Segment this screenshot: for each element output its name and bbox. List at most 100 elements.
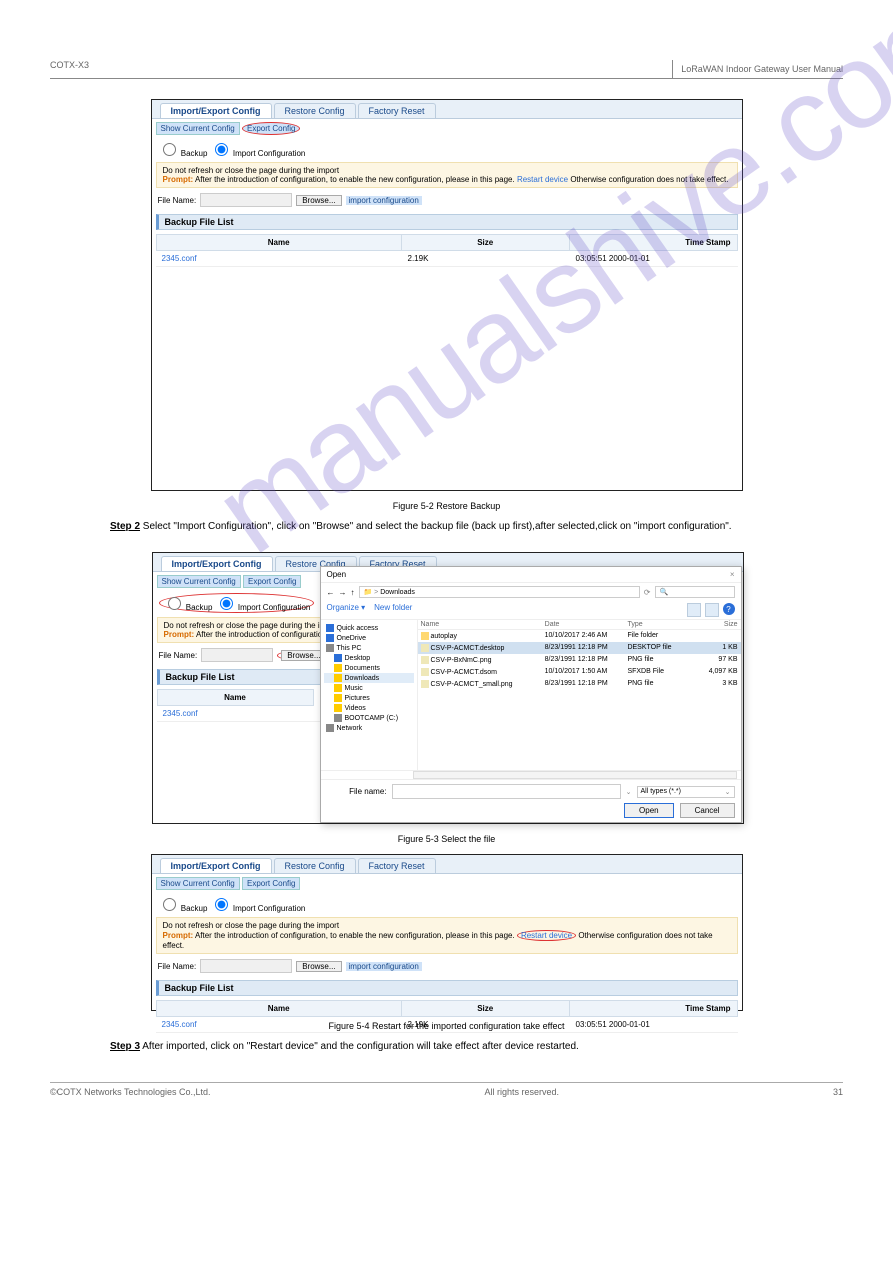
browse-button[interactable]: Browse... <box>296 195 341 206</box>
tab-import-export-3[interactable]: Import/Export Config <box>160 858 272 873</box>
file-list: Name Date Type Size autoplay 10/10/2017 … <box>418 620 741 770</box>
figure-2-caption: Figure 5-3 Select the file <box>50 834 843 844</box>
path-breadcrumb[interactable]: 📁 > Downloads <box>359 586 640 598</box>
import-config-radio-input[interactable] <box>215 143 228 156</box>
browse-button-3[interactable]: Browse... <box>296 961 341 972</box>
col-type[interactable]: Type <box>624 620 689 629</box>
import-config-radio-2[interactable]: Import Configuration <box>215 603 311 612</box>
tab-import-export-2[interactable]: Import/Export Config <box>161 556 273 571</box>
file-row-4[interactable]: CSV-P-ACMCT_small.png 8/23/1991 12:18 PM… <box>418 678 741 690</box>
col-name[interactable]: Name <box>418 620 542 629</box>
backup-radio-input[interactable] <box>163 143 176 156</box>
file-type: SFXDB File <box>624 667 689 677</box>
tab-restore-3[interactable]: Restore Config <box>274 858 356 873</box>
th-size: Size <box>402 235 570 250</box>
side-pictures[interactable]: Pictures <box>324 693 414 703</box>
side-videos[interactable]: Videos <box>324 703 414 713</box>
show-current-config-button-3[interactable]: Show Current Config <box>156 877 240 890</box>
warning-box-3: Do not refresh or close the page during … <box>156 917 738 954</box>
star-icon <box>326 624 334 632</box>
warn-prompt-2: Prompt: <box>164 630 195 639</box>
file-row-0[interactable]: autoplay 10/10/2017 2:46 AM File folder <box>418 630 741 642</box>
file-type: File folder <box>624 631 689 641</box>
preview-icon[interactable] <box>705 603 719 617</box>
dialog-title: Open <box>327 570 347 579</box>
file-name-input-2[interactable] <box>201 648 273 662</box>
show-current-config-button[interactable]: Show Current Config <box>156 122 240 135</box>
file-name-dialog-label: File name: <box>327 787 387 796</box>
side-documents[interactable]: Documents <box>324 663 414 673</box>
show-current-config-button-2[interactable]: Show Current Config <box>157 575 241 588</box>
screenshot-1: Import/Export Config Restore Config Fact… <box>151 99 743 491</box>
file-name-dialog-input[interactable] <box>392 784 621 799</box>
export-config-button[interactable]: Export Config <box>242 122 300 135</box>
folder-icon <box>334 664 342 672</box>
side-network[interactable]: Network <box>324 723 414 733</box>
cancel-button[interactable]: Cancel <box>680 803 735 818</box>
header-separator <box>672 60 673 78</box>
file-name-input-3[interactable] <box>200 959 292 973</box>
open-button[interactable]: Open <box>624 803 674 818</box>
nav-forward-icon[interactable]: → <box>339 588 347 597</box>
filename-dropdown-icon[interactable]: ⌄ <box>626 788 632 796</box>
tab-bar: Import/Export Config Restore Config Fact… <box>152 100 742 119</box>
search-icon: 🔍 <box>660 589 669 596</box>
backup-radio-2[interactable]: Backup <box>163 603 213 612</box>
file-row-1[interactable]: CSV-P-ACMCT.desktop 8/23/1991 12:18 PM D… <box>418 642 741 654</box>
side-quick-access[interactable]: Quick access <box>324 623 414 633</box>
export-config-button-2[interactable]: Export Config <box>243 575 301 588</box>
filter-label: All types (*.*) <box>641 788 681 795</box>
backup-radio-input-3[interactable] <box>163 898 176 911</box>
tab-factory-reset[interactable]: Factory Reset <box>358 103 436 118</box>
backup-radio-input-2[interactable] <box>168 597 181 610</box>
side-downloads[interactable]: Downloads <box>324 673 414 683</box>
tab-import-export[interactable]: Import/Export Config <box>160 103 272 118</box>
header-right: LoRaWAN Indoor Gateway User Manual <box>681 64 843 74</box>
side-desktop[interactable]: Desktop <box>324 653 414 663</box>
file-row-3[interactable]: CSV-P-ACMCT.dsom 10/10/2017 1:50 AM SFXD… <box>418 666 741 678</box>
import-config-radio-input-3[interactable] <box>215 898 228 911</box>
view-icon[interactable] <box>687 603 701 617</box>
restart-device-link-3[interactable]: Restart device <box>521 931 572 940</box>
refresh-icon[interactable]: ⟳ <box>644 588 651 597</box>
backup-radio-3[interactable]: Backup <box>158 904 208 913</box>
tab-restore[interactable]: Restore Config <box>274 103 356 118</box>
export-config-button-3[interactable]: Export Config <box>242 877 300 890</box>
file-name-input[interactable] <box>200 193 292 207</box>
side-bootcamp[interactable]: BOOTCAMP (C:) <box>324 713 414 723</box>
file-name-label: File Name: <box>158 196 197 205</box>
file-link[interactable]: 2345.conf <box>156 251 402 266</box>
th-time-3: Time Stamp <box>570 1001 737 1016</box>
side-music[interactable]: Music <box>324 683 414 693</box>
side-this-pc[interactable]: This PC <box>324 643 414 653</box>
file-open-dialog: Open × ← → ↑ 📁 > Downloads ⟳ 🔍 Organize … <box>320 566 742 823</box>
horizontal-scrollbar[interactable] <box>413 771 737 779</box>
side-label: Downloads <box>345 675 380 682</box>
side-onedrive[interactable]: OneDrive <box>324 633 414 643</box>
import-config-radio-3[interactable]: Import Configuration <box>210 904 306 913</box>
tab-factory-reset-3[interactable]: Factory Reset <box>358 858 436 873</box>
import-configuration-button[interactable]: import configuration <box>346 196 422 205</box>
import-config-radio-input-2[interactable] <box>220 597 233 610</box>
file-date: 8/23/1991 12:18 PM <box>542 679 625 689</box>
file-row-2[interactable]: CSV-P-BxNmC.png 8/23/1991 12:18 PM PNG f… <box>418 654 741 666</box>
dialog-search-input[interactable]: 🔍 <box>655 586 735 598</box>
help-icon[interactable]: ? <box>723 603 735 615</box>
page-header: COTX-X3 LoRaWAN Indoor Gateway User Manu… <box>50 60 843 78</box>
nav-up-icon[interactable]: ↑ <box>351 588 355 597</box>
import-configuration-button-3[interactable]: import configuration <box>346 962 422 971</box>
file-type: PNG file <box>624 655 689 665</box>
organize-menu[interactable]: Organize ▾ <box>327 603 366 612</box>
nav-back-icon[interactable]: ← <box>327 588 335 597</box>
file-icon <box>421 656 429 664</box>
side-label: Documents <box>345 665 380 672</box>
new-folder-button[interactable]: New folder <box>374 603 412 612</box>
col-size[interactable]: Size <box>690 620 741 629</box>
file-type-filter[interactable]: All types (*.*)⌄ <box>637 786 735 798</box>
col-date[interactable]: Date <box>542 620 625 629</box>
import-config-radio[interactable]: Import Configuration <box>210 149 306 158</box>
restart-device-link[interactable]: Restart device <box>517 175 568 184</box>
backup-radio[interactable]: Backup <box>158 149 208 158</box>
close-icon[interactable]: × <box>730 570 735 579</box>
warn-line1: Do not refresh or close the page during … <box>163 166 731 175</box>
